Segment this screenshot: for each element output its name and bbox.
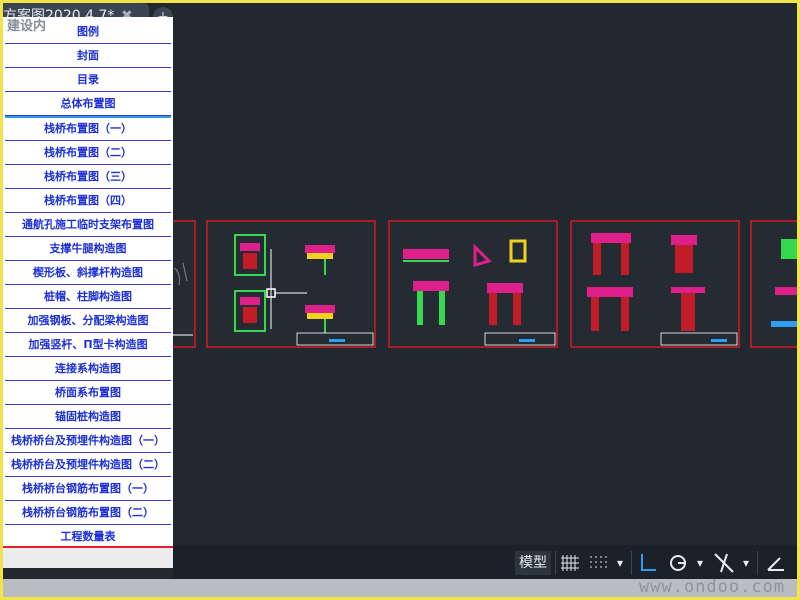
drawing-list-item[interactable]: 桩帽、柱脚构造图 — [5, 286, 171, 309]
drawing-list-item[interactable]: 锚固桩构造图 — [5, 406, 171, 429]
grid-icon[interactable] — [557, 551, 583, 575]
drawing-list-item[interactable]: 加强竖杆、Π型卡构造图 — [5, 334, 171, 357]
drawing-list-item[interactable]: 栈桥桥台及预埋件构造图（一） — [5, 430, 171, 453]
ortho-icon[interactable] — [635, 551, 661, 575]
drawing-list-item[interactable]: 栈桥布置图（三） — [5, 166, 171, 189]
sheet-1 — [206, 220, 376, 348]
cad-window: 方案图2020.4.7* ✖ + 建设内 图例 封面 目录 总体布置图 栈桥布置… — [3, 3, 797, 597]
watermark-text: www.ondoo.com — [639, 577, 786, 597]
drawing-list-item[interactable]: 楔形板、斜撑杆构造图 — [5, 262, 171, 285]
status-separator — [631, 551, 632, 575]
drawing-list-item[interactable]: 连接系构造图 — [5, 358, 171, 381]
drawing-list-item[interactable]: 总体布置图 — [5, 93, 171, 116]
polar-icon[interactable] — [665, 551, 691, 575]
drawing-list-item[interactable]: 图例 — [5, 21, 171, 44]
model-space-button[interactable]: 模型 — [515, 551, 551, 575]
drawing-list-item[interactable]: 目录 — [5, 69, 171, 92]
angle-icon[interactable] — [763, 551, 789, 575]
drawing-list-item[interactable]: 栈桥桥台钢筋布置图（二） — [5, 502, 171, 525]
drawing-list-item[interactable]: 加强钢板、分配梁构造图 — [5, 310, 171, 333]
drawing-list-item[interactable]: 栈桥桥台钢筋布置图（一） — [5, 478, 171, 501]
drawing-list-item[interactable]: 通航孔施工临时支架布置图 — [5, 214, 171, 237]
drawing-list-item[interactable]: 栈桥布置图（四） — [5, 190, 171, 213]
sheet-3 — [570, 220, 740, 348]
drawing-list-item[interactable]: 支撑牛腿构造图 — [5, 238, 171, 261]
panel-footer — [3, 548, 173, 568]
drawing-list-item[interactable]: 栈桥桥台及预埋件构造图（二） — [5, 454, 171, 477]
snap-dropdown-icon[interactable]: ▾ — [613, 551, 627, 575]
snap-icon[interactable] — [585, 551, 611, 575]
drawing-list-item[interactable]: 桥面系布置图 — [5, 382, 171, 405]
drawing-list-panel: 建设内 图例 封面 目录 总体布置图 栈桥布置图（一） 栈桥布置图（二） 栈桥布… — [3, 17, 173, 568]
polar-dropdown-icon[interactable]: ▾ — [693, 551, 707, 575]
drawing-list-item[interactable]: 封面 — [5, 45, 171, 68]
drawing-sheets — [166, 220, 797, 348]
status-separator — [555, 551, 556, 575]
drawing-list-item[interactable]: 栈桥布置图（一） — [5, 118, 171, 141]
object-snap-icon[interactable] — [711, 551, 737, 575]
sheet-partial-right — [750, 220, 797, 348]
object-snap-dropdown-icon[interactable]: ▾ — [739, 551, 753, 575]
drawing-canvas[interactable] — [166, 13, 797, 545]
status-bar: 模型 ▾ ▾ ▾ — [173, 545, 797, 579]
sheet-2 — [388, 220, 558, 348]
drawing-list-item[interactable]: 栈桥布置图（二） — [5, 142, 171, 165]
sheet-partial-left — [166, 220, 196, 348]
status-separator — [757, 551, 758, 575]
